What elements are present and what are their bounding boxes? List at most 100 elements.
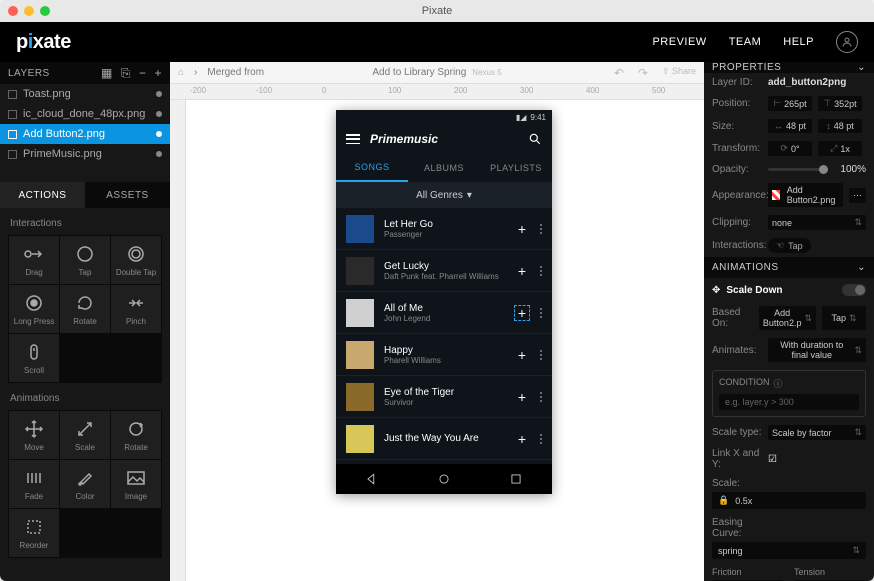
condition-input[interactable]: e.g. layer.y > 300 — [719, 394, 859, 410]
nav-preview[interactable]: PREVIEW — [652, 36, 706, 48]
easing-select[interactable]: spring⇅ — [712, 542, 866, 559]
more-icon[interactable] — [540, 224, 542, 234]
chevron-down-icon[interactable]: ⌄ — [857, 62, 866, 73]
appearance-input[interactable]: Add Button2.png — [768, 183, 843, 207]
appearance-more[interactable]: ⋯ — [849, 188, 866, 203]
more-icon[interactable] — [540, 308, 542, 318]
layers-plus-icon[interactable]: + — [154, 66, 162, 81]
chevron-down-icon[interactable]: ⌄ — [857, 262, 866, 273]
layers-grid-icon[interactable]: ▦ — [101, 66, 113, 81]
based-event-select[interactable]: Tap⇅ — [822, 306, 866, 330]
song-row[interactable]: All of MeJohn Legend+ — [336, 292, 552, 334]
breadcrumb-merged[interactable]: Merged from — [207, 67, 264, 78]
tab-actions[interactable]: ACTIONS — [0, 182, 85, 208]
size-h-input[interactable]: ↕48 pt — [818, 119, 862, 133]
song-row[interactable]: Just the Way You Are+ — [336, 418, 552, 460]
layer-row[interactable]: Toast.png — [0, 84, 170, 104]
interaction-long-press[interactable]: Long Press — [9, 285, 59, 333]
animation-fade[interactable]: Fade — [9, 460, 59, 508]
account-icon[interactable] — [836, 31, 858, 53]
phone-tab-songs[interactable]: SONGS — [336, 154, 408, 182]
primemusic-logo: Primemusic — [370, 132, 438, 146]
stage[interactable]: ▮◢9:41 Primemusic SONGS ALBUMS PLAYLISTS… — [186, 100, 704, 581]
nav-help[interactable]: HELP — [783, 36, 814, 48]
animation-image[interactable]: Image — [111, 460, 161, 508]
nav-back-icon[interactable] — [365, 472, 379, 486]
undo-icon[interactable]: ↶ — [614, 66, 624, 80]
scaletype-select[interactable]: Scale by factor⇅ — [768, 425, 866, 440]
phone-tab-albums[interactable]: ALBUMS — [408, 154, 480, 182]
interaction-tap[interactable]: Tap — [60, 236, 110, 284]
minimize-window-button[interactable] — [24, 6, 34, 16]
animation-toggle[interactable] — [842, 284, 866, 296]
size-w-input[interactable]: ↔48 pt — [768, 119, 812, 133]
maximize-window-button[interactable] — [40, 6, 50, 16]
linkxy-checkbox[interactable]: ☑ — [768, 454, 777, 465]
interactions-label: Interactions — [0, 208, 170, 235]
more-icon[interactable] — [540, 434, 542, 444]
window-title: Pixate — [422, 5, 453, 17]
song-row[interactable]: Eye of the TigerSurvivor+ — [336, 376, 552, 418]
phone-tab-playlists[interactable]: PLAYLISTS — [480, 154, 552, 182]
animation-scale[interactable]: Scale — [60, 411, 110, 459]
nav-recent-icon[interactable] — [509, 472, 523, 486]
add-icon[interactable]: + — [514, 347, 530, 363]
clipping-select[interactable]: none⇅ — [768, 215, 866, 230]
scale-icon: ✥ — [712, 285, 720, 296]
layer-id-value[interactable]: add_button2png — [768, 77, 846, 88]
interaction-drag[interactable]: Drag — [9, 236, 59, 284]
more-icon[interactable] — [540, 392, 542, 402]
interaction-double-tap[interactable]: Double Tap — [111, 236, 161, 284]
song-row[interactable]: HappyPharell Williams+ — [336, 334, 552, 376]
tab-assets[interactable]: ASSETS — [85, 182, 170, 208]
animation-move[interactable]: Move — [9, 411, 59, 459]
layers-minus-icon[interactable]: − — [139, 66, 147, 81]
ruler-vertical — [170, 100, 186, 581]
phone-filter[interactable]: All Genres▾ — [336, 182, 552, 208]
hamburger-icon[interactable] — [346, 134, 360, 144]
animation-name[interactable]: Scale Down — [726, 285, 782, 296]
pos-x-input[interactable]: ⊢265pt — [768, 96, 812, 111]
animation-reorder[interactable]: Reorder — [9, 509, 59, 557]
animation-rotate[interactable]: Rotate — [111, 411, 161, 459]
interaction-pill[interactable]: ☜Tap — [768, 238, 811, 253]
add-icon[interactable]: + — [514, 263, 530, 279]
add-icon[interactable]: + — [514, 431, 530, 447]
nav-team[interactable]: TEAM — [729, 36, 762, 48]
layer-row[interactable]: Add Button2.png — [0, 124, 170, 144]
nav-home-icon[interactable] — [437, 472, 451, 486]
song-row[interactable]: Let Her GoPassenger+ — [336, 208, 552, 250]
add-icon[interactable]: + — [514, 389, 530, 405]
layer-row[interactable]: PrimeMusic.png — [0, 144, 170, 164]
animates-select[interactable]: With duration to final value⇅ — [768, 338, 866, 362]
add-icon[interactable]: + — [514, 305, 530, 321]
share-icon[interactable]: ⇧ Share — [662, 66, 696, 80]
layer-row[interactable]: ic_cloud_done_48px.png — [0, 104, 170, 124]
scale-input[interactable]: ⤢1x — [818, 141, 862, 156]
animations-title: ANIMATIONS — [712, 262, 778, 273]
opacity-slider[interactable] — [768, 168, 828, 171]
left-panel: LAYERS ▦ ⎘ − + Toast.pngic_cloud_done_48… — [0, 62, 170, 581]
topbar: pixate PREVIEW TEAM HELP — [0, 22, 874, 62]
layers-copy-icon[interactable]: ⎘ — [121, 66, 131, 81]
song-row[interactable]: Get LuckyDaft Punk feat. Pharrell Willia… — [336, 250, 552, 292]
based-layer-select[interactable]: Add Button2.p⇅ — [759, 306, 816, 330]
more-icon[interactable] — [540, 266, 542, 276]
interaction-pinch[interactable]: Pinch — [111, 285, 161, 333]
pos-y-input[interactable]: ⊤352pt — [818, 96, 862, 111]
scale-value-input[interactable]: 🔒0.5x — [712, 492, 866, 509]
pixate-logo: pixate — [16, 31, 71, 54]
close-window-button[interactable] — [8, 6, 18, 16]
home-icon[interactable]: ⌂ — [178, 67, 184, 78]
ruler-horizontal: -200-1000100200300400500 — [170, 84, 704, 100]
info-icon[interactable]: ⓘ — [774, 377, 783, 390]
redo-icon[interactable]: ↷ — [638, 66, 648, 80]
add-icon[interactable]: + — [514, 221, 530, 237]
rotation-input[interactable]: ⟳0° — [768, 141, 812, 156]
properties-title: PROPERTIES — [712, 62, 781, 73]
more-icon[interactable] — [540, 350, 542, 360]
search-icon[interactable] — [528, 132, 542, 146]
animation-color[interactable]: Color — [60, 460, 110, 508]
interaction-scroll[interactable]: Scroll — [9, 334, 59, 382]
interaction-rotate[interactable]: Rotate — [60, 285, 110, 333]
